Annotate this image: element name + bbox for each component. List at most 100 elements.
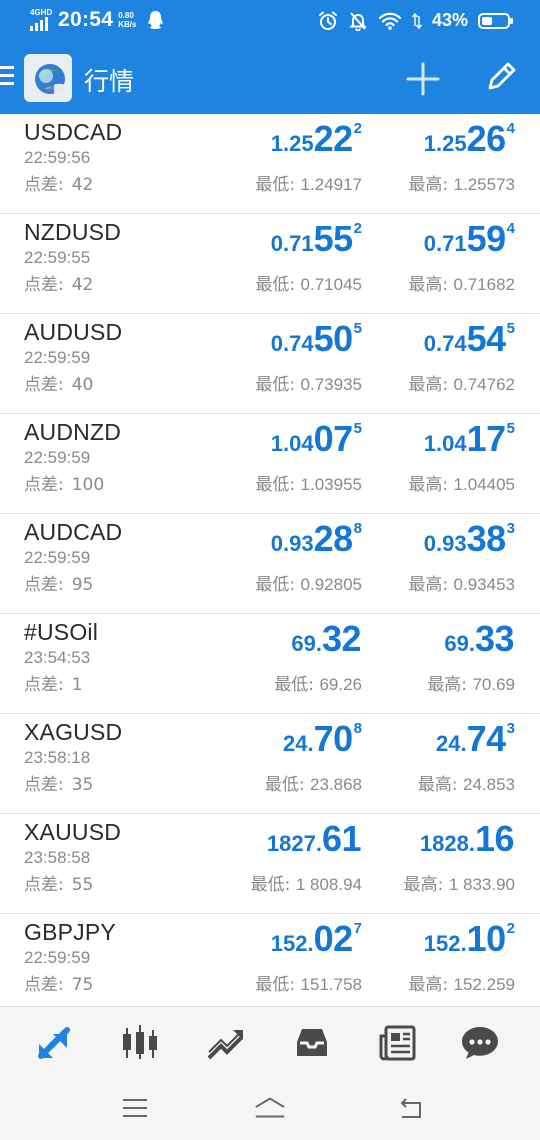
quote-row[interactable]: #USOil 23:54:53 点差: 1 69.32 69.33 最低: 69.26 最高:… — [0, 614, 540, 714]
symbol-name: XAGUSD — [24, 719, 123, 745]
ask-price[interactable]: 0.74545 — [424, 318, 515, 360]
ask-price-pip: 5 — [506, 420, 515, 437]
spread-value: 100 — [71, 475, 105, 495]
ask-price-big-digits: 33 — [474, 618, 515, 659]
bid-price-prefix: 1.25 — [270, 131, 314, 156]
tab-history[interactable] — [290, 1021, 334, 1065]
bid-price-prefix: 0.71 — [270, 231, 314, 256]
quote-time: 23:58:58 — [24, 848, 91, 867]
bid-price[interactable]: 152.027 — [271, 918, 362, 960]
high-price: 最高: 1 833.90 — [404, 870, 515, 895]
bid-price-pip: 7 — [353, 920, 362, 937]
quote-row[interactable]: XAGUSD 23:58:18 点差: 35 24.708 24.743 最低: 23.86… — [0, 714, 540, 814]
menu-icon[interactable] — [0, 66, 16, 90]
high-price: 最高: 1.04405 — [408, 470, 515, 495]
quote-row[interactable]: AUDCAD 22:59:59 点差: 95 0.93288 0.93383 最低: 0.9… — [0, 514, 540, 614]
ask-price-big-digits: 26 — [466, 118, 507, 159]
spread-label: 点差: — [24, 175, 64, 195]
quote-row[interactable]: GBPJPY 22:59:59 点差: 75 152.027 152.102 最低: 151… — [0, 914, 540, 1014]
ask-price-big-digits: 74 — [466, 718, 507, 759]
low-value: 69.26 — [319, 675, 362, 694]
low-price: 最低: 0.92805 — [255, 570, 362, 595]
bid-price[interactable]: 1827.61 — [267, 818, 362, 860]
ask-price-big-digits: 16 — [474, 818, 515, 859]
status-right: 43% — [318, 10, 513, 31]
trade-trend-icon — [207, 1030, 243, 1060]
network-speed-unit: KB/s — [118, 20, 137, 29]
spread-label: 点差: — [24, 875, 64, 895]
spread: 点差: 42 — [24, 270, 93, 295]
low-label: 最低: — [255, 975, 296, 995]
tab-quotes[interactable] — [32, 1021, 76, 1065]
high-price: 最高: 0.74762 — [408, 370, 515, 395]
qq-penguin-icon — [148, 11, 164, 29]
bid-price-big-digits: 70 — [313, 718, 354, 759]
low-label: 最低: — [255, 275, 296, 295]
high-price: 最高: 0.93453 — [408, 570, 515, 595]
symbol-name: USDCAD — [24, 119, 123, 145]
ask-price[interactable]: 1828.16 — [420, 818, 515, 860]
spread-value: 42 — [71, 275, 94, 295]
tab-trade[interactable] — [204, 1021, 248, 1065]
spread: 点差: 95 — [24, 570, 93, 595]
home-button[interactable] — [253, 1094, 287, 1122]
spread-value: 75 — [71, 975, 94, 995]
tab-chart[interactable] — [118, 1021, 162, 1065]
ask-price[interactable]: 69.33 — [444, 618, 515, 660]
quote-time: 22:59:59 — [24, 348, 91, 367]
bid-price[interactable]: 0.71552 — [271, 218, 362, 260]
back-button[interactable] — [394, 1094, 428, 1122]
recents-menu-icon — [123, 1099, 147, 1117]
symbol-name: AUDUSD — [24, 319, 123, 345]
cell-signal-icon: 4GHD — [30, 9, 54, 31]
high-value: 24.853 — [463, 775, 515, 794]
quote-row[interactable]: NZDUSD 22:59:55 点差: 42 0.71552 0.71594 最低: 0.7… — [0, 214, 540, 314]
bid-price[interactable]: 1.04075 — [271, 418, 362, 460]
back-icon — [400, 1098, 421, 1118]
recents-button[interactable] — [118, 1094, 152, 1122]
quote-row[interactable]: AUDUSD 22:59:59 点差: 40 0.74505 0.74545 最低: 0.7… — [0, 314, 540, 414]
bid-price[interactable]: 69.32 — [291, 618, 362, 660]
ask-price[interactable]: 0.93383 — [424, 518, 515, 560]
spread: 点差: 1 — [24, 670, 83, 695]
high-label: 最高: — [408, 375, 449, 395]
low-value: 0.92805 — [300, 575, 362, 594]
data-arrows-icon — [411, 12, 422, 29]
home-icon — [255, 1097, 285, 1118]
bid-price-big-digits: 02 — [313, 918, 354, 959]
bid-price[interactable]: 0.74505 — [271, 318, 362, 360]
high-label: 最高: — [408, 475, 449, 495]
spread: 点差: 42 — [24, 170, 93, 195]
quote-row[interactable]: USDCAD 22:59:56 点差: 42 1.25222 1.25264 最低: 1.2… — [0, 114, 540, 214]
bid-price-big-digits: 07 — [313, 418, 354, 459]
ask-price[interactable]: 1.04175 — [424, 418, 515, 460]
wifi-icon — [378, 12, 402, 30]
bid-price-prefix: 1827. — [266, 831, 322, 856]
ask-price[interactable]: 0.71594 — [424, 218, 515, 260]
network-speed: 0.80 KB/s — [118, 11, 136, 29]
ask-price[interactable]: 1.25264 — [424, 118, 515, 160]
spread: 点差: 40 — [24, 370, 93, 395]
add-icon[interactable] — [404, 60, 442, 98]
quotes-arrows-icon — [38, 1027, 70, 1059]
quote-time: 22:59:59 — [24, 448, 91, 467]
tab-news[interactable] — [376, 1021, 420, 1065]
bid-price[interactable]: 24.708 — [283, 718, 362, 760]
status-left: 4GHD 20:54 0.80 KB/s — [30, 8, 164, 32]
quote-time: 22:59:55 — [24, 248, 91, 267]
symbol-name: AUDCAD — [24, 519, 123, 545]
quote-row[interactable]: AUDNZD 22:59:59 点差: 100 1.04075 1.04175 最低: 1.… — [0, 414, 540, 514]
ask-price[interactable]: 152.102 — [424, 918, 515, 960]
bid-price[interactable]: 1.25222 — [271, 118, 362, 160]
low-value: 1.24917 — [300, 175, 362, 194]
edit-icon[interactable] — [482, 58, 520, 96]
ask-price-pip: 4 — [506, 120, 515, 137]
quote-row[interactable]: XAUUSD 23:58:58 点差: 55 1827.61 1828.16 最低: 1 8… — [0, 814, 540, 914]
low-label: 最低: — [255, 375, 296, 395]
low-value: 0.71045 — [300, 275, 362, 294]
ask-price[interactable]: 24.743 — [436, 718, 515, 760]
high-value: 152.259 — [453, 975, 515, 994]
tab-chat[interactable] — [458, 1021, 502, 1065]
low-value: 1.03955 — [300, 475, 362, 494]
bid-price[interactable]: 0.93288 — [271, 518, 362, 560]
